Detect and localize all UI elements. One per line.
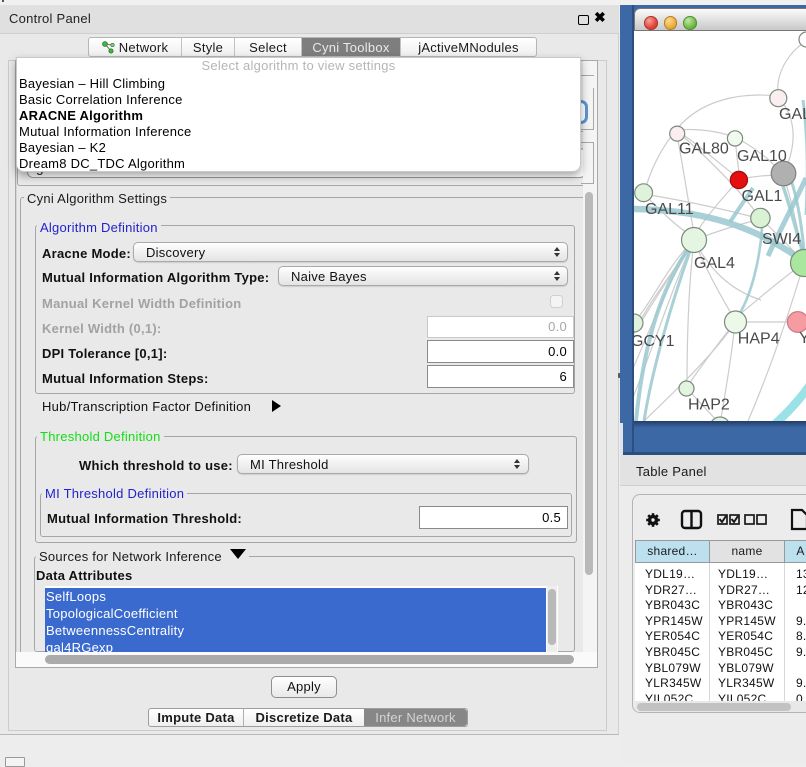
svg-text:GAL1: GAL1 — [742, 188, 783, 205]
svg-text:Y: Y — [799, 330, 806, 347]
svg-text:GAL10: GAL10 — [737, 148, 787, 165]
svg-text:GCY1: GCY1 — [634, 333, 675, 350]
svg-text:HAP2: HAP2 — [688, 397, 730, 414]
svg-text:GAL2: GAL2 — [779, 106, 806, 123]
svg-text:HAP4: HAP4 — [738, 331, 780, 348]
svg-text:GAL4: GAL4 — [694, 255, 735, 272]
svg-text:SWI4: SWI4 — [762, 231, 801, 248]
svg-text:GAL80: GAL80 — [679, 141, 729, 158]
svg-text:GAL11: GAL11 — [645, 201, 694, 218]
